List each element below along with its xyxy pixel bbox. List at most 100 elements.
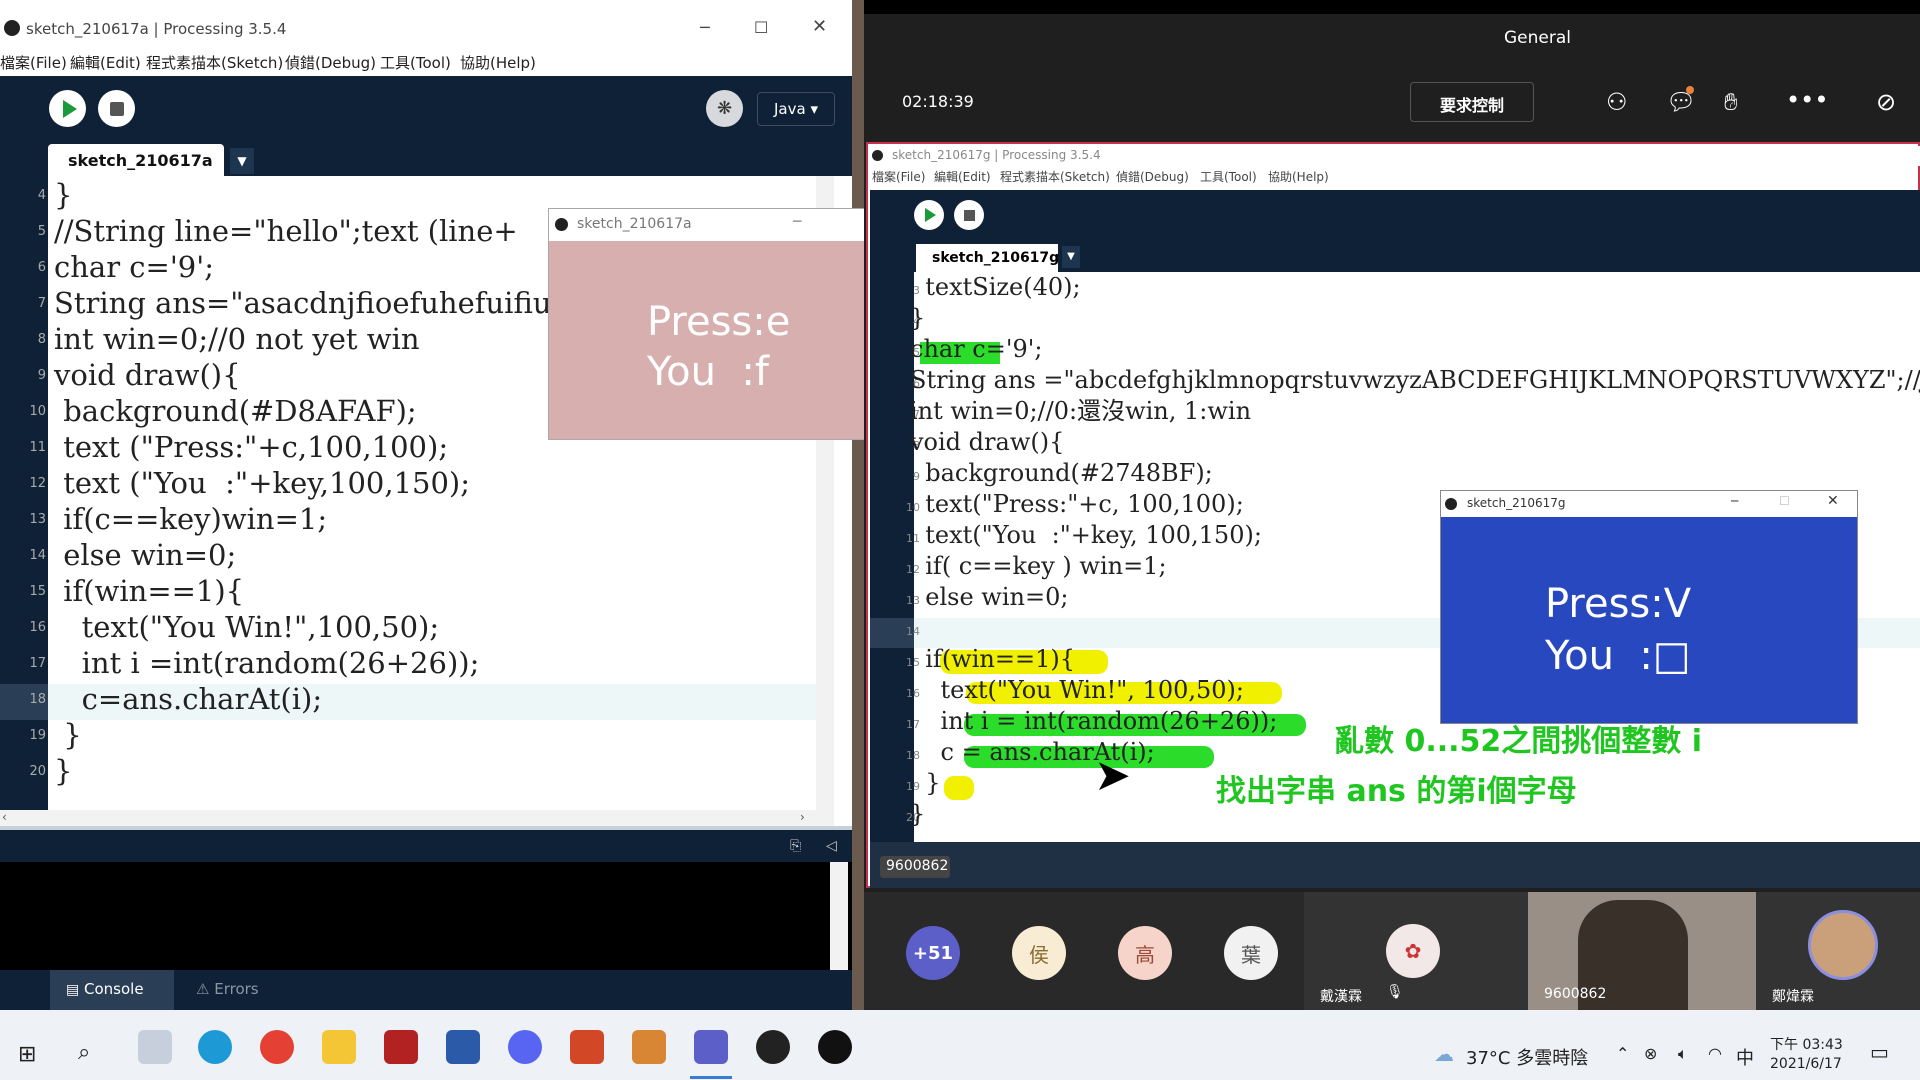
stop-icon: [963, 209, 975, 221]
code-line: int i = int(random(26+26));: [910, 707, 1278, 735]
avatar-dog: [1808, 910, 1878, 980]
debug-button[interactable]: ❋: [706, 90, 743, 127]
line-number: 16: [29, 620, 46, 635]
menu-tool[interactable]: 工具(Tool): [380, 52, 451, 73]
meeting-header: General: [864, 14, 1920, 66]
run-button[interactable]: [49, 90, 86, 127]
shared-stop-button: [954, 200, 984, 230]
line-number: 13: [29, 512, 46, 527]
code-line: c=ans.charAt(i);: [54, 682, 323, 716]
clock-date[interactable]: 2021/6/17: [1770, 1056, 1842, 1072]
participants-strip: +51 侯 高 葉 ✿ 戴漢霖 🎙︎ 9600862 鄭煒霖: [864, 892, 1920, 1010]
edge-icon[interactable]: [198, 1030, 232, 1064]
code-line: if(c==key)win=1;: [54, 502, 328, 536]
minimize-button[interactable]: ─: [793, 214, 801, 230]
processing-taskbar-icon[interactable]: [756, 1030, 790, 1064]
request-control-button[interactable]: 要求控制: [1410, 82, 1534, 122]
code-line: //String line="hello";text (line+: [54, 214, 518, 248]
line-number: 12: [29, 476, 46, 491]
shared-sketch-titlebar: sketch_210617g ─ ☐ ✕: [1441, 491, 1857, 517]
menu-edit[interactable]: 編輯(Edit): [70, 52, 141, 73]
code-line: else win=0;: [910, 583, 1069, 611]
code-line: }: [54, 718, 82, 752]
camera-off-icon[interactable]: ⊘: [1876, 88, 1896, 116]
more-participants[interactable]: +51: [906, 926, 960, 980]
weather-text[interactable]: 37°C 多雲時陰: [1466, 1044, 1588, 1070]
word-icon[interactable]: [446, 1030, 480, 1064]
teams-icon[interactable]: [694, 1030, 728, 1064]
app-mushroom-icon[interactable]: [632, 1030, 666, 1064]
code-line: text("You Win!", 100,50);: [910, 676, 1244, 704]
tab-sketch[interactable]: sketch_210617a: [48, 144, 224, 176]
avatar-image: ✿: [1386, 924, 1440, 978]
taskview-icon[interactable]: [138, 1030, 172, 1064]
processing-sketch-taskbar-icon[interactable]: [818, 1030, 852, 1064]
clock-time[interactable]: 下午 03:43: [1770, 1034, 1843, 1054]
line-number: 9: [37, 368, 46, 383]
code-line: else win=0;: [54, 538, 237, 572]
play-icon: [62, 99, 77, 118]
line-number: 19: [29, 728, 46, 743]
collapse-icon[interactable]: ◁: [826, 838, 837, 854]
tab-console[interactable]: ▤ Console: [50, 970, 174, 1010]
tab-errors[interactable]: ⚠ Errors: [180, 970, 280, 1010]
minimize-button[interactable]: ─: [700, 18, 710, 37]
line-number: 20: [29, 764, 46, 779]
discord-icon[interactable]: [508, 1030, 542, 1064]
teams-top-edge: [864, 0, 1920, 14]
explorer-icon[interactable]: [322, 1030, 356, 1064]
window-titlebar: sketch_210617a | Processing 3.5.4 ─ ☐ ✕: [0, 0, 852, 38]
powerpoint-icon[interactable]: [570, 1030, 604, 1064]
processing-icon: [1445, 498, 1457, 510]
menu-sketch[interactable]: 程式素描本(Sketch): [146, 52, 283, 73]
console-output: [0, 862, 852, 972]
raise-hand-icon[interactable]: ✋︎: [1724, 88, 1738, 116]
menu-help[interactable]: 協助(Help): [460, 52, 536, 73]
console-scrollbar[interactable]: [830, 862, 848, 970]
code-line: text("Press:"+c, 100,100);: [910, 490, 1244, 518]
ime-indicator[interactable]: 中: [1736, 1044, 1754, 1070]
participant-name: 鄭煒霖: [1772, 989, 1814, 1005]
network-icon[interactable]: ⊗: [1644, 1044, 1657, 1063]
shared-run-button: [914, 200, 944, 230]
copy-icon[interactable]: ⎘: [790, 838, 801, 854]
butterfly-icon: ❋: [716, 98, 733, 119]
code-line: background(#2748BF);: [910, 459, 1213, 487]
code-line: int win=0;//0 not yet win: [54, 322, 420, 356]
tab-menu-button[interactable]: ▼: [230, 148, 254, 174]
tray-chevron-icon[interactable]: ⌃: [1616, 1044, 1629, 1063]
participant-name: 9600862: [1544, 986, 1607, 1002]
menu-debug[interactable]: 偵錯(Debug): [285, 52, 376, 73]
minimize-button: ─: [1731, 494, 1739, 508]
sketch-titlebar: sketch_210617a ─: [549, 209, 867, 241]
maximize-button[interactable]: ☐: [754, 18, 768, 37]
code-line: if(win==1){: [910, 645, 1075, 673]
sketch-output-window: sketch_210617a ─ Press:e You :f: [548, 208, 868, 440]
app-red-icon[interactable]: [384, 1030, 418, 1064]
close-button[interactable]: ✕: [812, 16, 827, 37]
code-line: }: [54, 754, 73, 788]
start-icon[interactable]: ⊞: [18, 1042, 36, 1067]
notification-icon[interactable]: ▭: [1870, 1040, 1889, 1064]
maximize-button: ☐: [1779, 494, 1790, 508]
line-number: 14: [29, 548, 46, 563]
participants-icon[interactable]: ⚇: [1606, 88, 1628, 116]
chat-notification-dot: [1686, 86, 1694, 94]
annotation-random: 亂數 0...52之間挑個整數 i: [1334, 724, 1702, 759]
horizontal-scrollbar[interactable]: ‹ ›: [0, 810, 834, 826]
wifi-icon[interactable]: ◠: [1708, 1044, 1722, 1063]
shared-sketch-you: You :□: [1545, 633, 1691, 679]
menu-file[interactable]: 檔案(File): [0, 52, 67, 73]
stop-button[interactable]: [98, 90, 135, 127]
line-number: 10: [29, 404, 46, 419]
annotation-charat: 找出字串 ans 的第i個字母: [1216, 774, 1577, 809]
chrome-icon[interactable]: [260, 1030, 294, 1064]
avatar-hou: 侯: [1012, 926, 1066, 980]
volume-icon[interactable]: 🔈︎: [1678, 1044, 1688, 1064]
code-line: }: [54, 178, 73, 212]
console-icon: ▤: [66, 982, 80, 998]
search-icon[interactable]: ⌕: [78, 1040, 90, 1065]
more-options-icon[interactable]: •••: [1786, 86, 1828, 114]
mode-selector[interactable]: Java ▾: [757, 92, 835, 126]
participant-name: 戴漢霖: [1320, 989, 1362, 1005]
